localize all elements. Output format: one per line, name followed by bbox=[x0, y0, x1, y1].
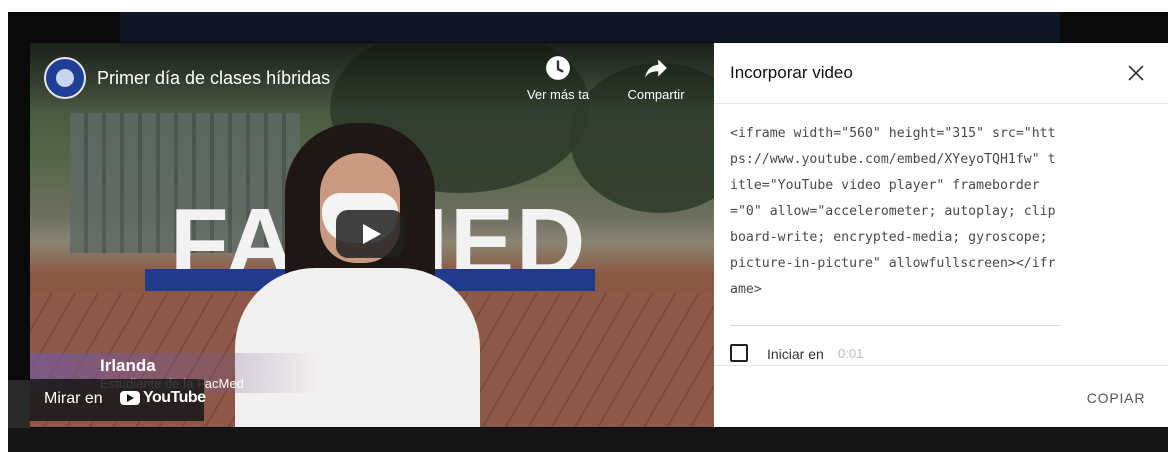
watch-later-label: Ver más ta bbox=[526, 87, 590, 102]
person-body bbox=[235, 268, 480, 427]
embed-code-textarea[interactable]: <iframe width="560" height="315" src="ht… bbox=[730, 121, 1060, 326]
watch-later-button[interactable]: Ver más ta bbox=[516, 55, 600, 102]
dialog-divider bbox=[714, 365, 1168, 366]
clock-icon bbox=[546, 56, 570, 80]
background-player-edge bbox=[8, 380, 30, 428]
person-name: Irlanda bbox=[100, 356, 156, 375]
background-player-bottom bbox=[8, 428, 1168, 452]
channel-avatar[interactable] bbox=[44, 57, 86, 99]
embed-dialog: Incorporar video <iframe width="560" hei… bbox=[714, 43, 1168, 427]
start-at-label: Iniciar en bbox=[767, 346, 824, 362]
close-icon[interactable] bbox=[1124, 61, 1148, 85]
play-button[interactable] bbox=[336, 210, 404, 258]
copy-button[interactable]: COPIAR bbox=[1076, 383, 1156, 413]
video-player[interactable]: FACMED Primer día de clases híbridas Ver… bbox=[30, 43, 714, 427]
youtube-logo-icon bbox=[120, 391, 140, 405]
start-at-checkbox[interactable] bbox=[730, 344, 748, 362]
share-button[interactable]: Compartir bbox=[614, 55, 698, 102]
dialog-title: Incorporar video bbox=[730, 63, 853, 82]
watch-on-youtube-button[interactable]: Mirar en YouTube bbox=[30, 379, 206, 421]
youtube-wordmark: YouTube bbox=[143, 389, 206, 406]
dialog-header: Incorporar video bbox=[714, 43, 1168, 104]
watch-on-label: Mirar en bbox=[44, 390, 103, 407]
share-icon bbox=[645, 59, 667, 78]
video-title[interactable]: Primer día de clases híbridas bbox=[97, 67, 330, 89]
share-label: Compartir bbox=[627, 87, 685, 102]
backdrop-top-strip bbox=[120, 12, 1060, 42]
start-at-time-input[interactable]: 0:01 bbox=[838, 346, 863, 361]
